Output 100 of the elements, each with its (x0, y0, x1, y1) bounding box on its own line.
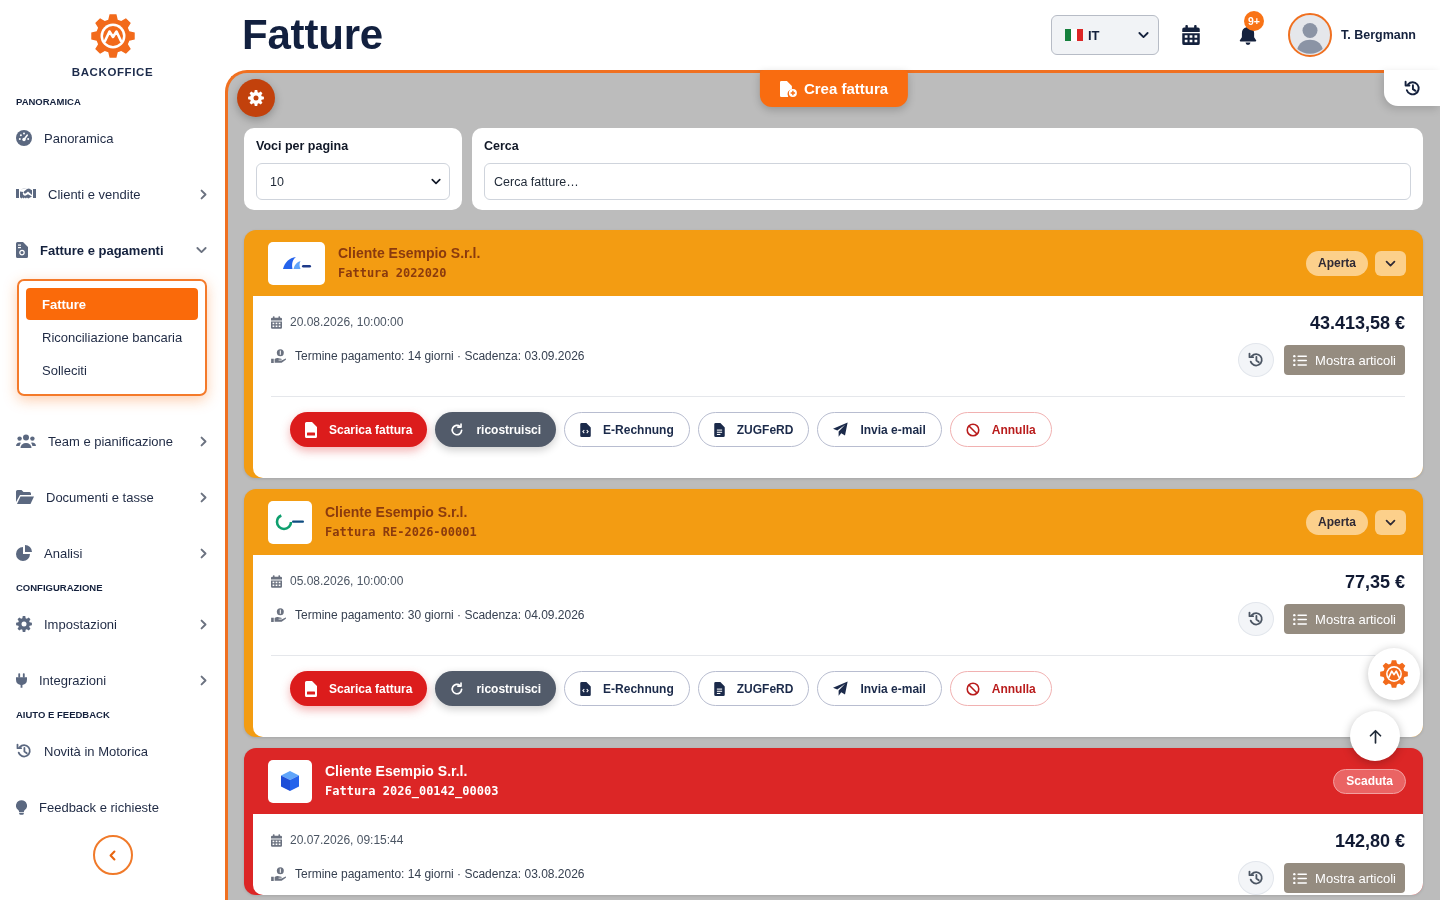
cancel-button[interactable]: Annulla (949, 412, 1052, 447)
field-label: Cerca (484, 139, 519, 154)
search-field[interactable]: Cerca fatture… (484, 163, 1411, 200)
client-name: Cliente Esempio S.r.l. (338, 245, 481, 262)
invoice-number: Fattura RE-2026-00001 (325, 525, 477, 540)
nav-item[interactable]: Clienti e vendite (16, 166, 207, 222)
calendar-icon[interactable] (1182, 25, 1200, 45)
language-select[interactable]: IT (1051, 15, 1159, 55)
handshake-icon (16, 187, 36, 201)
invoice-amount: 43.413,58 € (1309, 312, 1405, 335)
chevron-down-icon (1138, 31, 1149, 39)
page-title: Fatture (242, 11, 383, 59)
redo-icon (450, 681, 465, 696)
send-email-button[interactable]: Invia e-mail (817, 671, 942, 706)
status-badge: Aperta (1306, 250, 1368, 276)
code-file-icon (580, 422, 592, 437)
file-plus-icon (779, 80, 797, 97)
history-button[interactable] (1238, 861, 1275, 895)
nav-item[interactable]: Fatture e pagamenti (16, 222, 207, 278)
gear-logo-icon (90, 14, 135, 58)
payment-terms: Termine pagamento: 14 giorni · Scadenza: 03.08.2026 (295, 867, 585, 881)
chevron-down-icon (196, 246, 207, 254)
zugferd-button[interactable]: ZUGFeRD (697, 412, 810, 447)
chevron-right-icon (200, 491, 207, 503)
history-tab-button[interactable] (1384, 70, 1440, 106)
section-heading: AIUTO E FEEDBACK (16, 708, 110, 722)
gear-logo-icon (1380, 660, 1408, 688)
history-icon (16, 743, 32, 759)
history-button[interactable] (1238, 343, 1275, 377)
invoice-number: Fattura 2026_00142_00003 (325, 784, 499, 799)
rebuild-button[interactable]: ricostruisci (435, 671, 557, 706)
gauge-icon (16, 130, 32, 146)
calendar-icon (271, 833, 282, 847)
invoice-number: Fattura 2022020 (338, 266, 447, 281)
payment-terms: Termine pagamento: 30 giorni · Scadenza: 04.09.2026 (295, 608, 585, 622)
chevron-right-icon (200, 547, 207, 559)
history-button[interactable] (1238, 602, 1275, 636)
field-label: Voci per pagina (256, 139, 349, 154)
cube-logo-icon (268, 759, 312, 803)
collapse-sidebar-button[interactable] (92, 835, 133, 875)
plug-icon (16, 672, 27, 688)
status-badge: Aperta (1306, 509, 1368, 535)
submenu-item[interactable]: Solleciti (26, 354, 198, 387)
download-button[interactable]: Scarica fattura (290, 671, 428, 706)
lightbulb-icon (16, 799, 27, 815)
redo-icon (450, 422, 465, 437)
page-size-select[interactable]: 10 (256, 163, 450, 200)
user-menu-button[interactable]: T. Bergmann (1288, 13, 1416, 57)
download-button[interactable]: Scarica fattura (290, 412, 428, 447)
hand-coin-icon (271, 867, 287, 881)
ring-logo-icon (268, 500, 312, 544)
nav-item[interactable]: Panoramica (16, 110, 207, 166)
submenu-item[interactable]: Riconciliazione bancaria (26, 321, 198, 354)
list-icon (1293, 612, 1308, 626)
italian-flag-icon (1065, 29, 1083, 41)
paper-plane-icon (833, 422, 849, 437)
settings-icon (16, 616, 32, 632)
pie-chart-icon (16, 545, 32, 561)
arrow-up-icon (1368, 728, 1382, 744)
calendar-icon (271, 315, 282, 329)
nav-item[interactable]: Documenti e tasse (16, 469, 207, 525)
e-invoice-button[interactable]: E-Rechnung (564, 671, 690, 706)
nav-item[interactable]: Feedback e richieste (16, 779, 207, 835)
hand-coin-icon (271, 608, 287, 622)
zugferd-button[interactable]: ZUGFeRD (697, 671, 810, 706)
nav-item[interactable]: Impostazioni (16, 596, 207, 652)
nav-item[interactable]: Integrazioni (16, 652, 207, 708)
invoice-amount: 142,80 € (1334, 830, 1405, 853)
send-email-button[interactable]: Invia e-mail (817, 412, 942, 447)
invoice-document-icon (16, 242, 28, 258)
cancel-button[interactable]: Annulla (949, 671, 1052, 706)
list-icon (1293, 353, 1308, 367)
invoice-date: 20.07.2026, 09:15:44 (290, 833, 404, 847)
settings-button[interactable] (237, 79, 275, 117)
notification-badge: 9+ (1244, 11, 1264, 31)
avatar-icon (1288, 13, 1332, 57)
nav-item[interactable]: Team e pianificazione (16, 413, 207, 469)
invoice-date: 20.08.2026, 10:00:00 (290, 315, 404, 329)
chevron-right-icon (200, 188, 207, 200)
ban-icon (965, 681, 980, 696)
text-file-icon (713, 681, 725, 696)
section-heading: PANORAMICA (16, 95, 81, 109)
nav-item[interactable]: Analisi (16, 525, 207, 581)
pdf-file-icon (305, 421, 317, 438)
code-file-icon (580, 681, 592, 696)
rebuild-button[interactable]: ricostruisci (435, 412, 557, 447)
chevron-right-icon (200, 674, 207, 686)
chevron-right-icon (200, 435, 207, 447)
expand-button[interactable] (1375, 250, 1406, 276)
paper-plane-icon (833, 681, 849, 696)
folder-icon (16, 490, 34, 504)
brand-name: BACKOFFICE (71, 65, 154, 79)
status-badge: Scaduta (1333, 768, 1406, 794)
invoice-amount: 77,35 € (1344, 571, 1405, 594)
calendar-icon (271, 574, 282, 588)
nav-item[interactable]: Novità in Motorica (16, 723, 207, 779)
e-invoice-button[interactable]: E-Rechnung (564, 412, 690, 447)
expand-button[interactable] (1375, 509, 1406, 535)
chevron-right-icon (200, 618, 207, 630)
people-icon (16, 434, 36, 448)
